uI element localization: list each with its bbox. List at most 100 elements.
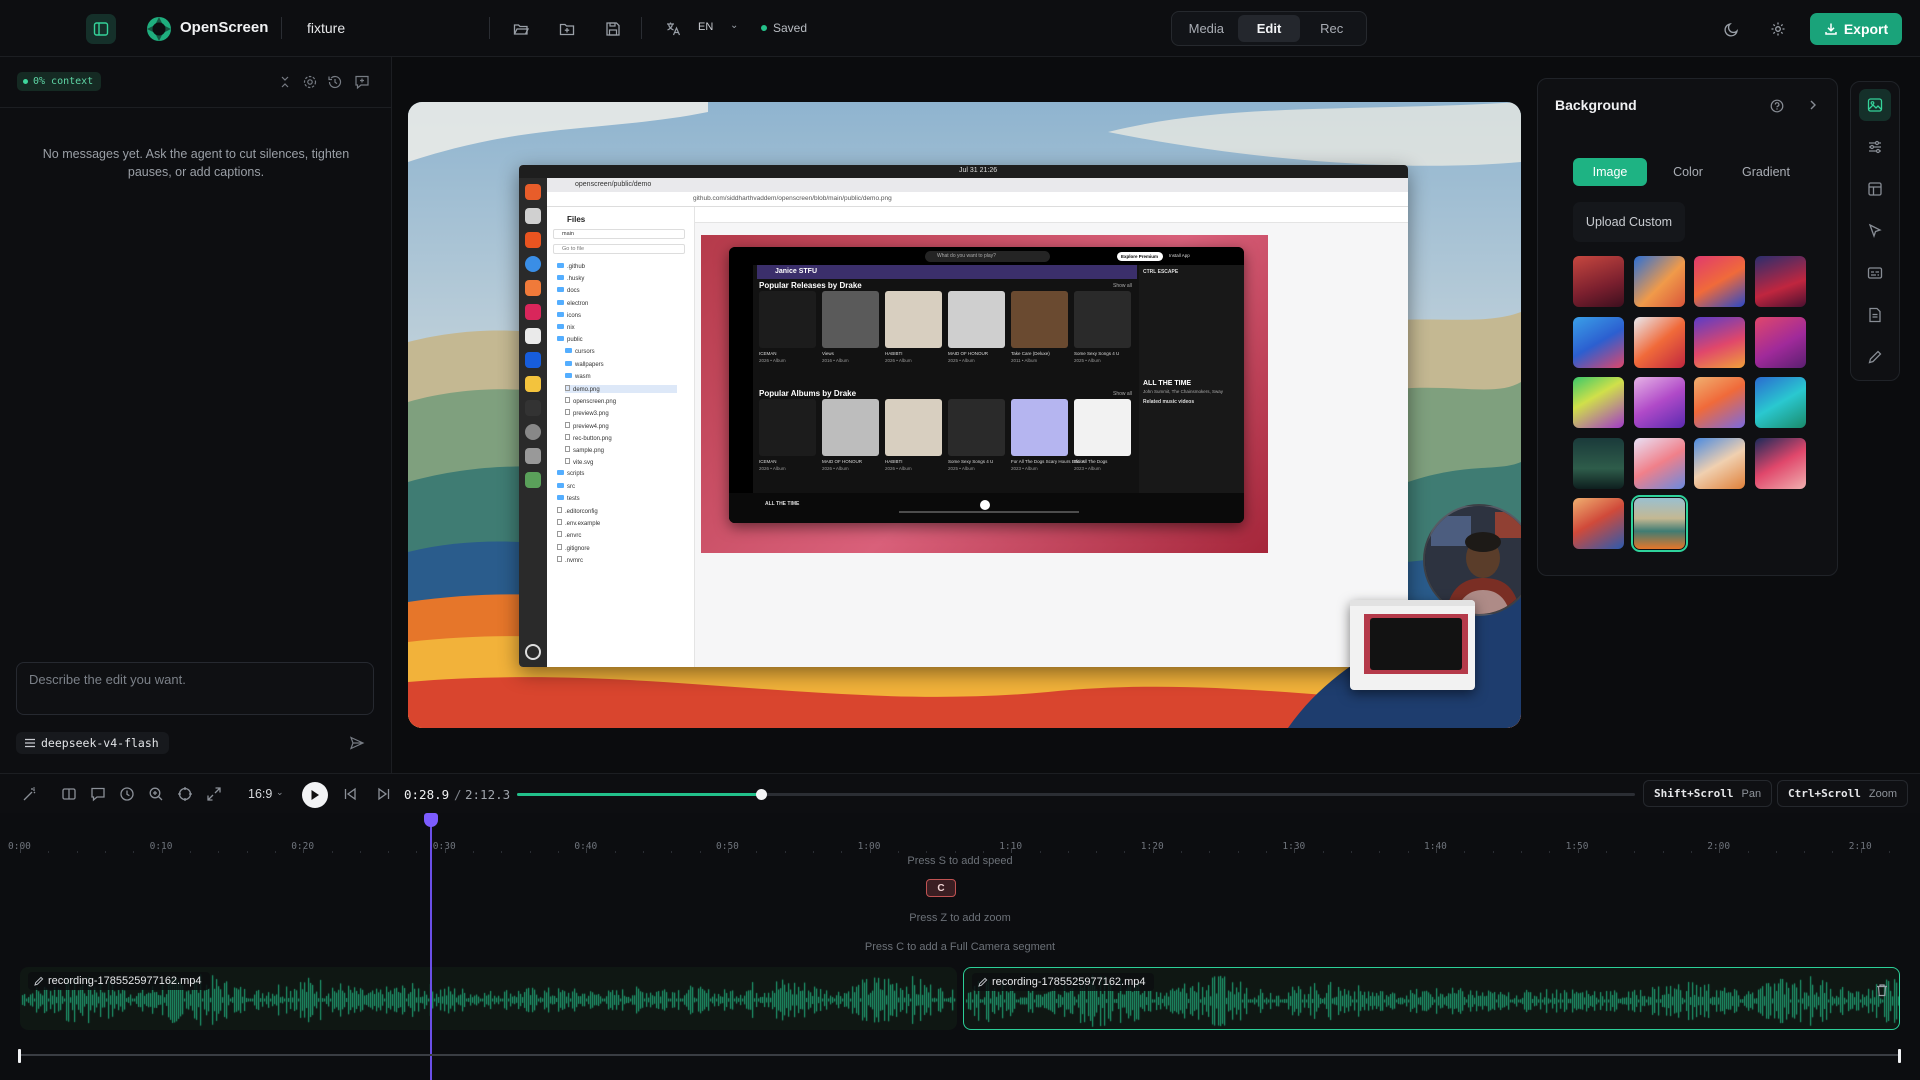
transcript-tool-button[interactable] (1859, 299, 1891, 331)
help-icon[interactable] (1770, 99, 1784, 113)
clip-label[interactable]: recording-1785525977162.mp4 (28, 972, 210, 990)
ruler-tick (388, 851, 390, 853)
background-tool-button[interactable] (1859, 89, 1891, 121)
wallpaper-swatch[interactable] (1754, 377, 1806, 428)
magic-wand-icon[interactable] (22, 786, 38, 802)
album-cover (1074, 399, 1131, 456)
scrubber[interactable] (517, 789, 1635, 800)
ruler-tick (1294, 848, 1296, 853)
prompt-input[interactable] (29, 672, 359, 687)
tab-color[interactable]: Color (1651, 158, 1725, 186)
time-ruler[interactable]: 0:00 0:10 0:20 0:30 0:40 0:50 1:00 1:10 1:20 1:30… (0, 813, 1920, 853)
chevron-right-icon[interactable] (1806, 98, 1820, 112)
wallpaper-swatch[interactable] (1573, 256, 1624, 307)
ruler-tick (1662, 851, 1664, 853)
camera-segment-chip[interactable]: C (926, 879, 956, 897)
scrollbar-end-handle[interactable] (1898, 1049, 1901, 1063)
chevron-down-icon[interactable]: ⌄ (730, 20, 738, 31)
upload-custom-button[interactable]: Upload Custom (1573, 202, 1685, 242)
ctrl-escape-label: CTRL ESCAPE (1143, 269, 1179, 275)
expand-icon[interactable] (206, 786, 222, 802)
chat-settings-icon[interactable] (302, 74, 318, 90)
sidebar-toggle-button[interactable] (86, 14, 116, 44)
wallpaper-swatch[interactable] (1754, 256, 1806, 307)
adjustments-tool-button[interactable] (1859, 131, 1891, 163)
settings-button[interactable] (1763, 14, 1793, 44)
language-selector[interactable]: EN (698, 21, 713, 33)
skip-forward-icon[interactable] (376, 786, 392, 802)
folder-icon (557, 311, 564, 317)
scrollbar-start-handle[interactable] (18, 1049, 21, 1063)
wallpaper-swatch[interactable] (1694, 316, 1745, 368)
aspect-ratio-selector[interactable]: 16:9 (248, 787, 272, 801)
captions-tool-button[interactable] (1859, 257, 1891, 289)
tab-gradient[interactable]: Gradient (1729, 158, 1803, 186)
ruler-tick (982, 851, 984, 853)
file-icon (565, 433, 570, 440)
wallpaper-swatch[interactable] (1694, 256, 1745, 307)
tab-media[interactable]: Media (1175, 15, 1238, 42)
trash-icon[interactable] (1875, 983, 1889, 997)
wallpaper-swatch[interactable] (1633, 437, 1685, 489)
project-name[interactable]: fixture (307, 20, 345, 36)
ruler-tick (1379, 851, 1381, 853)
wallpaper-swatch[interactable] (1633, 377, 1685, 428)
wallpaper-swatch[interactable] (1573, 316, 1624, 368)
annotate-tool-button[interactable] (1859, 341, 1891, 373)
layout-tool-button[interactable] (1859, 173, 1891, 205)
clock-icon[interactable] (119, 786, 135, 802)
wallpaper-swatch[interactable] (1573, 498, 1624, 549)
focus-icon[interactable] (177, 786, 193, 802)
file-name: wallpapers (575, 361, 604, 368)
translate-button[interactable] (658, 14, 688, 44)
collapse-icon[interactable] (277, 74, 293, 90)
theme-toggle-button[interactable] (1717, 14, 1747, 44)
wallpaper-swatch[interactable] (1633, 316, 1685, 368)
skip-back-icon[interactable] (342, 786, 358, 802)
tab-rec[interactable]: Rec (1300, 15, 1363, 42)
ruler-tick (48, 851, 50, 853)
os-clock: Jul 31 21:26 (959, 167, 998, 174)
scrubber-handle[interactable] (755, 789, 767, 800)
comment-icon[interactable] (90, 786, 106, 802)
folder-icon (557, 324, 564, 329)
hint-key: Ctrl+Scroll (1788, 787, 1861, 800)
history-icon[interactable] (327, 74, 343, 90)
wallpaper-swatch[interactable] (1694, 437, 1745, 489)
new-folder-button[interactable] (552, 14, 582, 44)
video-canvas[interactable]: Jul 31 21:26 openscreen/public/demo gith… (408, 102, 1521, 728)
tab-edit[interactable]: Edit (1237, 15, 1301, 42)
ruler-tick (728, 848, 729, 853)
album-subtitle: 2025 • Album (948, 358, 975, 363)
timeline[interactable]: 0:00 0:10 0:20 0:30 0:40 0:50 1:00 1:10 1:20 1:30… (0, 813, 1920, 1080)
clip-label[interactable]: recording-1785525977162.mp4 (972, 973, 1154, 991)
video-clip[interactable]: recording-1785525977162.mp4 (20, 967, 957, 1030)
wallpaper-swatch[interactable] (1633, 256, 1685, 307)
app-store-icon (525, 232, 541, 248)
wallpaper-swatch[interactable] (1754, 316, 1806, 368)
zoom-in-icon[interactable] (148, 786, 164, 802)
playhead[interactable] (430, 813, 432, 1080)
wallpaper-swatch[interactable] (1754, 437, 1806, 489)
camera-pip-preview[interactable] (1350, 600, 1475, 690)
timeline-scrollbar[interactable] (20, 1054, 1900, 1056)
background-type-tabs: Image Color Gradient (1573, 158, 1803, 186)
cursor-tool-button[interactable] (1859, 215, 1891, 247)
new-chat-icon[interactable] (354, 74, 370, 90)
open-file-button[interactable] (506, 14, 536, 44)
video-clip-selected[interactable]: recording-1785525977162.mp4 (963, 967, 1900, 1030)
wallpaper-swatch[interactable] (1694, 377, 1745, 428)
play-button[interactable] (302, 782, 328, 808)
send-icon[interactable] (349, 735, 365, 751)
wallpaper-swatch[interactable] (1573, 377, 1624, 428)
playhead-handle[interactable] (424, 813, 438, 827)
saved-status-dot (761, 25, 767, 31)
split-icon[interactable] (61, 786, 77, 802)
model-selector[interactable]: deepseek-v4-flash (16, 732, 169, 754)
wallpaper-swatch[interactable] (1630, 495, 1688, 552)
wallpaper-swatch[interactable] (1573, 437, 1624, 489)
export-button[interactable]: Export (1810, 13, 1902, 45)
save-button[interactable] (598, 14, 628, 44)
chevron-down-icon[interactable]: ⌄ (276, 787, 284, 798)
tab-image[interactable]: Image (1573, 158, 1647, 186)
